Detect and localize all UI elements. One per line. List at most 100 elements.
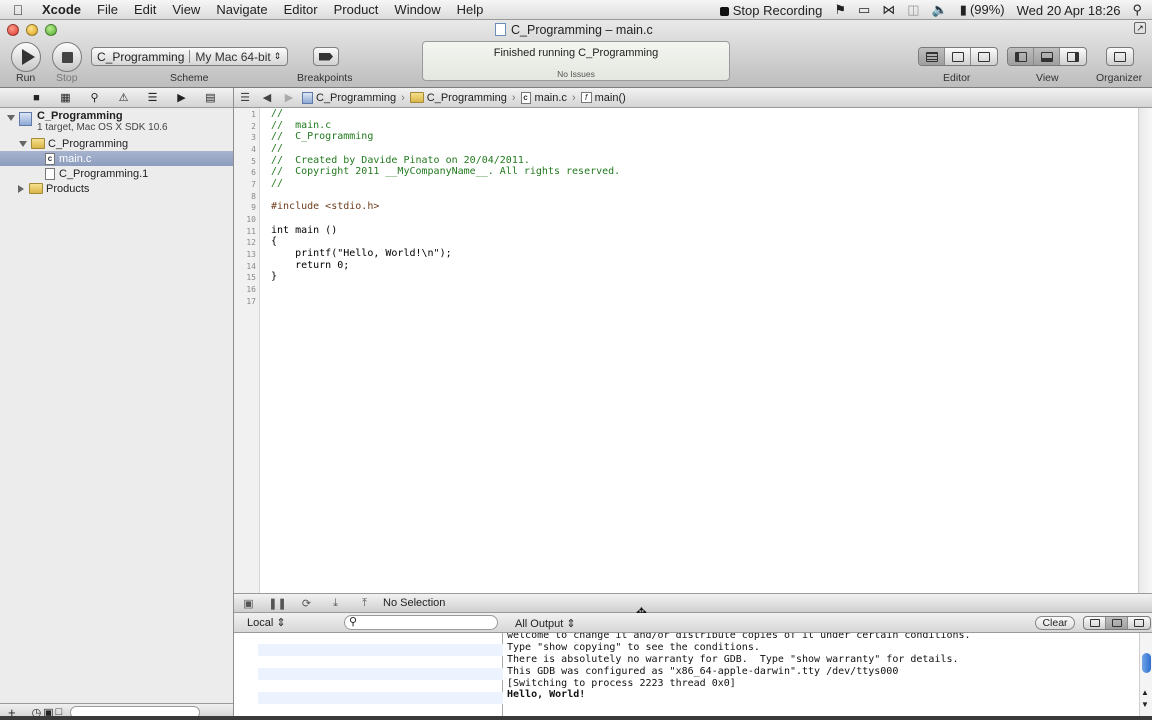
clear-console-button[interactable]: Clear xyxy=(1035,616,1075,630)
organizer-button[interactable] xyxy=(1107,48,1133,65)
log-navigator-tab[interactable]: ▤ xyxy=(196,91,225,104)
flag-icon[interactable]: ⚑ xyxy=(834,2,846,18)
breakpoint-navigator-tab[interactable]: ▶ xyxy=(167,91,196,104)
source-editor[interactable]: 1 2 3 4 5 6 7 8 9 10 11 12 13 14 15 16 1… xyxy=(234,108,1138,593)
menu-navigate[interactable]: Navigate xyxy=(208,2,275,17)
popup-arrows-icon: ⇕ xyxy=(273,51,282,61)
step-out-icon[interactable]: ⤒ xyxy=(350,597,379,610)
bluetooth-icon[interactable]: ⋈ xyxy=(882,2,895,18)
step-over-icon[interactable]: ⟳ xyxy=(292,597,321,610)
products-row[interactable]: Products xyxy=(0,181,233,196)
line-number: 10 xyxy=(246,215,256,224)
breadcrumb-project[interactable]: C_Programming xyxy=(300,91,398,104)
disclosure-closed-icon[interactable] xyxy=(18,184,24,193)
volume-icon[interactable]: 🔈 xyxy=(932,2,948,18)
stop-recording-item[interactable]: Stop Recording xyxy=(719,3,822,18)
close-window-button[interactable] xyxy=(7,24,19,36)
file-row-main-c[interactable]: c main.c xyxy=(0,151,233,166)
output-filter-popup[interactable]: All Output ⇕ xyxy=(515,617,576,630)
scheme-separator xyxy=(189,50,191,63)
display-icon[interactable]: ▭ xyxy=(858,2,870,18)
clock[interactable]: Wed 20 Apr 18:26 xyxy=(1017,3,1121,18)
console-output[interactable]: welcome to change it and/or distribute c… xyxy=(503,633,1139,716)
search-icon: ⚲ xyxy=(349,616,358,628)
breadcrumb-file[interactable]: c main.c xyxy=(519,91,569,104)
zoom-window-button[interactable] xyxy=(45,24,57,36)
toggle-navigator-button[interactable] xyxy=(1008,48,1034,65)
breakpoints-button[interactable] xyxy=(313,47,339,66)
line-number: 7 xyxy=(251,180,256,189)
menu-edit[interactable]: Edit xyxy=(126,2,164,17)
menu-help[interactable]: Help xyxy=(449,2,492,17)
spotlight-icon[interactable]: ⚲ xyxy=(1132,2,1142,18)
line-number: 8 xyxy=(251,192,256,201)
menu-product[interactable]: Product xyxy=(326,2,387,17)
file-row-man-page[interactable]: C_Programming.1 xyxy=(0,166,233,181)
variables-list[interactable] xyxy=(234,633,503,716)
toggle-utilities-button[interactable] xyxy=(1060,48,1086,65)
scheme-popup[interactable]: C_Programming My Mac 64-bit ⇕ xyxy=(91,47,288,66)
disclosure-open-icon[interactable] xyxy=(19,140,27,147)
code-line: // C_Programming xyxy=(271,131,374,142)
view-toggle-control xyxy=(1007,47,1087,66)
version-editor-button[interactable] xyxy=(971,48,997,65)
group-row[interactable]: C_Programming xyxy=(0,136,233,151)
pause-icon[interactable]: ❚❚ xyxy=(263,597,292,610)
thread-selector[interactable]: No Selection xyxy=(383,597,445,609)
issue-navigator-tab[interactable]: ⚠ xyxy=(109,91,138,104)
menu-app[interactable]: Xcode xyxy=(36,2,89,17)
breadcrumb-chevron-icon: › xyxy=(401,91,405,104)
hide-debug-area-icon[interactable]: ▣ xyxy=(234,597,263,610)
menu-editor[interactable]: Editor xyxy=(276,2,326,17)
console-line: Hello, World! xyxy=(507,689,586,700)
editor-mode-control xyxy=(918,47,998,66)
code-line: // Copyright 2011 __MyCompanyName__. All… xyxy=(271,166,621,177)
variables-search-input[interactable]: ⚲ xyxy=(344,615,498,630)
scroll-thumb[interactable] xyxy=(1142,653,1151,673)
menu-window[interactable]: Window xyxy=(386,2,448,17)
breadcrumb-group[interactable]: C_Programming xyxy=(408,92,509,104)
variables-pane-icon xyxy=(1089,619,1100,627)
run-button[interactable] xyxy=(11,42,41,72)
editor-scrollbar[interactable] xyxy=(1138,108,1152,593)
file-label-man-page: C_Programming.1 xyxy=(59,167,149,180)
stop-button[interactable] xyxy=(52,42,82,72)
scroll-down-arrow-icon[interactable]: ▼ xyxy=(1141,700,1149,709)
fullscreen-icon[interactable]: ↗ xyxy=(1134,22,1146,34)
forward-arrow-icon[interactable]: ▶ xyxy=(278,91,300,104)
standard-editor-button[interactable] xyxy=(919,48,945,65)
project-navigator-tab[interactable]: ■ xyxy=(22,92,51,104)
related-files-icon[interactable]: ☰ xyxy=(234,91,256,104)
breadcrumb-function[interactable]: f main() xyxy=(579,92,628,104)
project-row[interactable]: C_Programming 1 target, Mac OS X SDK 10.… xyxy=(0,109,233,135)
utilities-pane-icon xyxy=(1067,51,1079,62)
show-console-button[interactable] xyxy=(1128,617,1150,629)
line-number: 14 xyxy=(246,262,256,271)
window-toolbar: C_Programming – main.c ↗ Run Stop C_Prog… xyxy=(0,20,1152,88)
navigator-pane-icon xyxy=(1014,51,1027,62)
battery-item[interactable]: ▮ (99%) xyxy=(960,2,1005,18)
toggle-debug-area-button[interactable] xyxy=(1034,48,1060,65)
debug-navigator-tab[interactable]: ☰ xyxy=(138,91,167,104)
menu-view[interactable]: View xyxy=(164,2,208,17)
scheme-label: Scheme xyxy=(170,72,209,84)
scope-popup[interactable]: Local ⇕ xyxy=(247,616,286,629)
show-variables-button[interactable] xyxy=(1084,617,1106,629)
code-line: // xyxy=(271,143,284,154)
wifi-icon[interactable]: ◫ xyxy=(907,2,919,18)
assistant-editor-button[interactable] xyxy=(945,48,971,65)
line-number: 15 xyxy=(246,273,256,282)
search-navigator-tab[interactable]: ⚲ xyxy=(80,91,109,104)
menu-file[interactable]: File xyxy=(89,2,126,17)
apple-menu-icon[interactable]:  xyxy=(0,2,36,18)
code-line: return 0; xyxy=(271,260,350,271)
step-into-icon[interactable]: ⤓ xyxy=(321,597,350,610)
back-arrow-icon[interactable]: ◀ xyxy=(256,91,278,104)
folder-icon xyxy=(29,183,43,194)
show-both-button[interactable] xyxy=(1106,617,1128,629)
symbol-navigator-tab[interactable]: ▦ xyxy=(51,91,80,104)
console-scrollbar[interactable]: ▲ ▼ xyxy=(1139,633,1152,716)
disclosure-open-icon[interactable] xyxy=(7,115,15,121)
minimize-window-button[interactable] xyxy=(26,24,38,36)
scroll-up-arrow-icon[interactable]: ▲ xyxy=(1141,688,1149,697)
